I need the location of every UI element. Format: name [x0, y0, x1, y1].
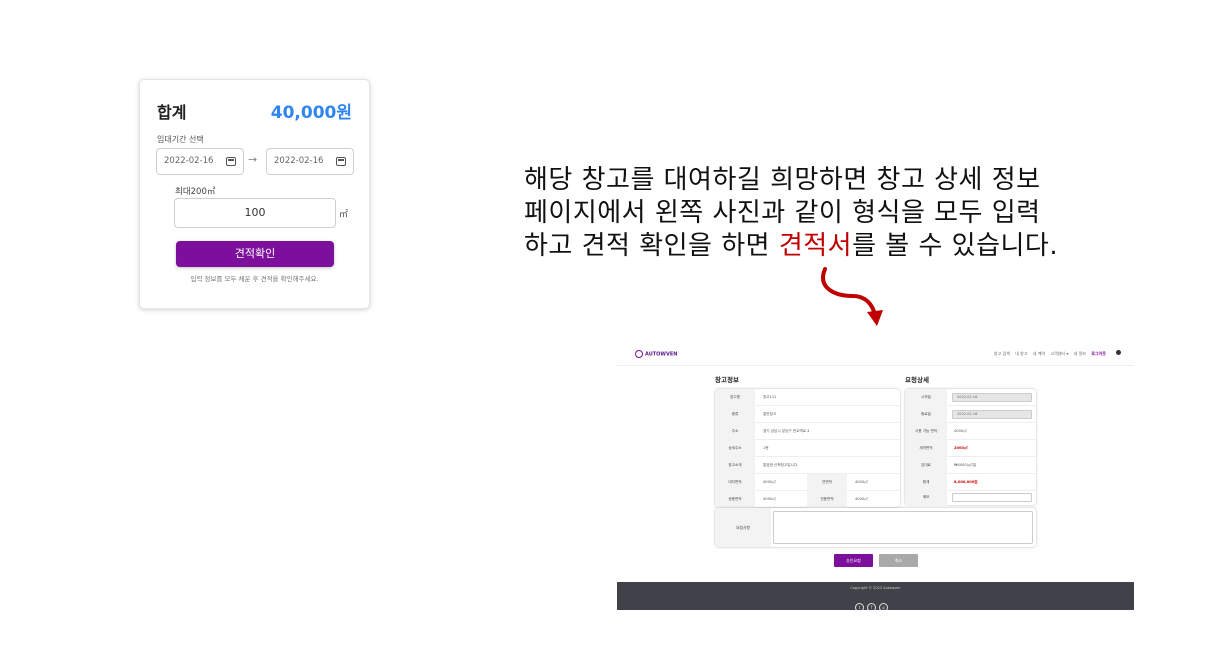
- explanation-line-3-pre: 하고 견적 확인을 하면: [524, 231, 779, 261]
- row-value: ₩4000/㎡/일: [954, 463, 977, 467]
- top-navbar: AUTOWVEN 창고 검색 내 창고 내 계약 고객센터 ▾ 내 정보 로그아…: [617, 342, 1134, 366]
- detail-page-screenshot: AUTOWVEN 창고 검색 내 창고 내 계약 고객센터 ▾ 내 정보 로그아…: [617, 342, 1134, 610]
- row-key: 사용 가능 면적: [905, 423, 947, 440]
- row-value: 경기 성남시 분당구 판교역로 4: [763, 429, 810, 433]
- start-date-field[interactable]: 2022-02-16: [952, 393, 1032, 402]
- row-key: 공용면적: [715, 491, 755, 508]
- request-detail-title: 요청상세: [905, 376, 929, 384]
- nav-item-my-contract[interactable]: 내 계약: [1033, 351, 1045, 356]
- instagram-icon[interactable]: ◎: [879, 603, 888, 610]
- explanation-text: 해당 창고를 대여하길 희망하면 창고 상세 정보 페이지에서 왼쪽 사진과 같…: [524, 164, 1164, 263]
- end-date-field[interactable]: 2022-02-16: [952, 410, 1032, 419]
- row-value: 깔끔한 신축창고입니다.: [763, 463, 799, 467]
- footer: Copyright © 2022 Autowven t f ◎: [617, 582, 1134, 610]
- copyright: Copyright © 2022 Autowven: [850, 586, 901, 590]
- row-key: 창고소개: [715, 457, 755, 474]
- row-key: 연면적: [807, 474, 847, 491]
- row-key: 시작일: [905, 389, 947, 406]
- row-value: 4000㎡: [763, 480, 776, 484]
- table-row: 임대료 ₩4000/㎡/일: [905, 457, 1036, 474]
- row-key: 종류: [715, 406, 755, 423]
- start-date-input[interactable]: 2022-02-16: [156, 148, 244, 175]
- explanation-highlight: 견적서: [778, 231, 853, 261]
- table-row: 종료일 2022-02-16: [905, 406, 1036, 423]
- row-value: 일반창고: [763, 412, 777, 416]
- table-row: 주소 경기 성남시 분당구 판교역로 4: [715, 423, 900, 440]
- area-input[interactable]: 100: [174, 198, 336, 228]
- request-approval-button[interactable]: 승인요청: [834, 554, 873, 567]
- logo-text: AUTOWVEN: [645, 351, 678, 358]
- calendar-icon[interactable]: [226, 157, 236, 166]
- table-row: 공용면적 4000㎡ 전용면적 4000㎡: [715, 491, 900, 508]
- curved-arrow-icon: [821, 267, 883, 326]
- table-row: 창고소개 깔끔한 신축창고입니다.: [715, 457, 900, 474]
- social-links: t f ◎: [855, 594, 891, 610]
- end-date-value: 2022-02-16: [274, 156, 324, 166]
- request-notes-textarea[interactable]: [773, 511, 1033, 544]
- nav-item-my-info[interactable]: 내 정보: [1074, 351, 1086, 356]
- total-value: 40,000원: [270, 103, 352, 123]
- logo-icon: [635, 350, 643, 358]
- nav-item-logout[interactable]: 로그아웃: [1091, 351, 1106, 356]
- start-date-value: 2022-02-16: [164, 156, 214, 166]
- request-notes: 요청사항: [715, 508, 1036, 547]
- row-value: 창고111: [763, 395, 777, 399]
- row-key: 계약면적: [905, 440, 947, 457]
- request-detail-table: 시작일 2022-02-16 종료일 2022-02-16 사용 가능 면적 4…: [905, 389, 1036, 506]
- row-value: 4000㎡: [855, 480, 868, 484]
- total-label: 합계: [157, 103, 187, 122]
- row-key: 전용면적: [807, 491, 847, 508]
- nav-item-search[interactable]: 창고 검색: [994, 351, 1010, 356]
- max-area-label: 최대200㎡: [175, 187, 216, 197]
- row-value: 2000㎡: [954, 446, 968, 450]
- row-value: 4000㎡: [954, 429, 967, 433]
- row-key: 주소: [715, 423, 755, 440]
- row-key: 대지면적: [715, 474, 755, 491]
- nav-item-my-warehouse[interactable]: 내 창고: [1015, 351, 1027, 356]
- globe-icon[interactable]: [1116, 350, 1121, 355]
- nav-item-support[interactable]: 고객센터 ▾: [1050, 351, 1068, 356]
- logo[interactable]: AUTOWVEN: [635, 350, 677, 358]
- check-quote-button[interactable]: 견적확인: [176, 241, 334, 267]
- table-row: 창고명 창고111: [715, 389, 900, 406]
- explanation-line-2: 페이지에서 왼쪽 사진과 같이 형식을 모두 입력: [524, 198, 1041, 228]
- rental-period-label: 임대기간 선택: [157, 135, 204, 144]
- calendar-icon[interactable]: [336, 157, 346, 166]
- facebook-icon[interactable]: f: [867, 603, 876, 610]
- table-row: 메모: [905, 489, 1036, 506]
- explanation-line-3-post: 를 볼 수 있습니다.: [852, 231, 1059, 261]
- row-key: 상세주소: [715, 440, 755, 457]
- row-value: 4000㎡: [855, 497, 868, 501]
- row-key: 메모: [905, 489, 947, 506]
- table-row: 대지면적 4000㎡ 연면적 4000㎡: [715, 474, 900, 491]
- warehouse-info-title: 창고정보: [715, 376, 739, 384]
- quote-hint: 입력 정보를 모두 채운 후 견적을 확인해주세요.: [190, 275, 319, 283]
- explanation-line-1: 해당 창고를 대여하길 희망하면 창고 상세 정보: [524, 165, 1041, 195]
- arrow-right-icon: →: [248, 153, 258, 166]
- table-row: 사용 가능 면적 4000㎡: [905, 423, 1036, 440]
- table-row: 시작일 2022-02-16: [905, 389, 1036, 406]
- request-notes-label: 요청사항: [715, 508, 771, 547]
- twitter-icon[interactable]: t: [855, 603, 864, 610]
- explanation-line-3: 하고 견적 확인을 하면 견적서를 볼 수 있습니다.: [524, 230, 1164, 263]
- area-unit: ㎡: [339, 210, 349, 220]
- memo-field[interactable]: [952, 493, 1032, 502]
- warehouse-info-table: 창고명 창고111 종류 일반창고 주소 경기 성남시 분당구 판교역로 4 상…: [715, 389, 900, 508]
- table-row: 계약면적 2000㎡: [905, 440, 1036, 457]
- row-value: 4000㎡: [763, 497, 776, 501]
- row-key: 창고명: [715, 389, 755, 406]
- cancel-button[interactable]: 취소: [879, 554, 918, 567]
- row-value: 1층: [763, 446, 769, 450]
- end-date-input[interactable]: 2022-02-16: [266, 148, 354, 175]
- quote-card: 합계 40,000원 임대기간 선택 2022-02-16 → 2022-02-…: [139, 79, 370, 309]
- row-key: 종료일: [905, 406, 947, 423]
- row-key: 임대료: [905, 457, 947, 474]
- nav-menu: 창고 검색 내 창고 내 계약 고객센터 ▾ 내 정보 로그아웃: [990, 351, 1106, 357]
- table-row: 상세주소 1층: [715, 440, 900, 457]
- table-row: 종류 일반창고: [715, 406, 900, 423]
